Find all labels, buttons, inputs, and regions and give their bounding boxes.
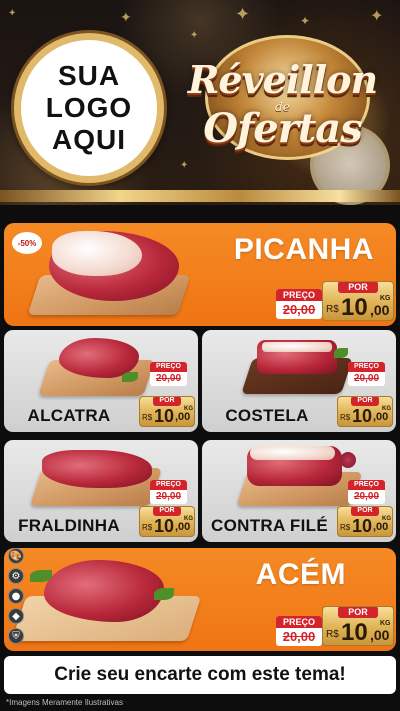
herb-icon <box>122 372 138 382</box>
old-price-label: PREÇO <box>150 480 187 490</box>
old-price-label: PREÇO <box>348 480 385 490</box>
new-price-label: POR <box>338 607 378 618</box>
herb-icon <box>154 588 174 600</box>
price-decimal: ,00 <box>175 521 191 533</box>
product-card-alcatra[interactable]: ALCATRA PREÇO 20,00 POR R$ 10 ,00 KG <box>4 330 198 432</box>
old-price-tag: PREÇO 20,00 <box>348 480 385 504</box>
star-icon: ✦ <box>370 6 384 25</box>
old-price-value: 20,00 <box>282 302 316 317</box>
price-decimal: ,00 <box>370 627 390 643</box>
star-icon: ✦ <box>120 10 132 26</box>
price-integer: 10 <box>154 406 175 426</box>
herb-icon <box>334 348 348 358</box>
product-name: ACÉM <box>255 558 346 591</box>
create-flyer-banner[interactable]: Crie seu encarte com este tema! <box>4 656 396 694</box>
tag-icon[interactable]: ◆ <box>8 608 24 624</box>
shield-icon[interactable]: ⛨ <box>8 628 24 644</box>
star-icon: ✦ <box>8 8 17 19</box>
price-integer: 10 <box>341 294 368 321</box>
logo-text-line: SUA <box>57 60 121 91</box>
old-price-value: 20,00 <box>353 373 380 384</box>
old-price-label: PREÇO <box>348 362 385 372</box>
fraldinha-meat-image <box>42 450 152 488</box>
price-unit: KG <box>382 516 391 522</box>
price-decimal: ,00 <box>175 411 191 423</box>
settings-icon[interactable]: ⚙ <box>8 568 24 584</box>
old-price-label: PREÇO <box>150 362 187 372</box>
gold-divider <box>0 190 400 202</box>
product-card-acem[interactable]: ACÉM PREÇO 20,00 POR R$ 10 ,00 KG <box>4 548 396 651</box>
old-price-label: PREÇO <box>276 289 322 301</box>
header-banner: ✦ ✦ ✦ ✦ ✦ ✦ ✦ SUA LOGO AQUI Réveillon de… <box>0 0 400 205</box>
reveillon-title-badge: Réveillon de Ofertas <box>170 35 395 205</box>
product-name: COSTELA <box>225 406 309 425</box>
price-integer: 10 <box>352 406 373 426</box>
new-price-label: POR <box>351 507 379 516</box>
new-price-label: POR <box>153 397 181 406</box>
currency-symbol: R$ <box>340 523 351 532</box>
price-decimal: ,00 <box>370 302 390 318</box>
product-name: ALCATRA <box>27 406 111 425</box>
price-decimal: ,00 <box>373 521 389 533</box>
old-price-value: 20,00 <box>353 491 380 502</box>
product-name: FRALDINHA <box>18 516 120 535</box>
price-unit: KG <box>380 295 391 302</box>
old-price-value: 20,00 <box>155 373 182 384</box>
title-reveillon: Réveillon <box>187 57 378 102</box>
currency-symbol: R$ <box>340 413 351 422</box>
product-name: CONTRA FILÉ <box>211 516 328 535</box>
palette-icon[interactable]: 🎨 <box>8 548 24 564</box>
badge-icon[interactable]: ● <box>8 588 24 604</box>
price-integer: 10 <box>154 516 175 536</box>
currency-symbol: R$ <box>326 629 339 640</box>
price-decimal: ,00 <box>373 411 389 423</box>
new-price-tag: POR R$ 10 ,00 KG <box>139 506 195 537</box>
logo-placeholder[interactable]: SUA LOGO AQUI <box>14 33 164 183</box>
new-price-label: POR <box>153 507 181 516</box>
new-price-label: POR <box>338 282 378 293</box>
star-icon: ✦ <box>235 4 251 25</box>
old-price-tag: PREÇO 20,00 <box>276 289 322 319</box>
old-price-tag: PREÇO 20,00 <box>150 362 187 386</box>
price-unit: KG <box>184 406 193 412</box>
new-price-tag: POR R$ 10 ,00 KG <box>337 506 393 537</box>
old-price-value: 20,00 <box>155 491 182 502</box>
acem-meat-image <box>44 560 164 622</box>
side-toolbar: 🎨 ⚙ ● ◆ ⛨ <box>8 548 26 644</box>
currency-symbol: R$ <box>142 413 153 422</box>
discount-badge: -50% <box>12 232 42 254</box>
old-price-tag: PREÇO 20,00 <box>348 362 385 386</box>
logo-text-line: LOGO <box>45 92 133 123</box>
old-price-label: PREÇO <box>276 616 322 628</box>
old-price-tag: PREÇO 20,00 <box>150 480 187 504</box>
new-price-tag: POR R$ 10 ,00 KG <box>322 606 394 646</box>
onion-icon <box>340 452 356 468</box>
fat-layer <box>250 446 335 460</box>
new-price-tag: POR R$ 10 ,00 KG <box>322 281 394 321</box>
product-card-costela[interactable]: COSTELA PREÇO 20,00 POR R$ 10 ,00 KG <box>202 330 396 432</box>
price-integer: 10 <box>352 516 373 536</box>
price-unit: KG <box>380 620 391 627</box>
logo-text-line: AQUI <box>52 124 126 155</box>
disclaimer-text: *Imagens Meramente Ilustrativas <box>6 698 123 707</box>
price-integer: 10 <box>341 619 368 646</box>
fat-layer <box>262 342 332 352</box>
currency-symbol: R$ <box>142 523 153 532</box>
old-price-tag: PREÇO 20,00 <box>276 616 322 646</box>
old-price-value: 20,00 <box>282 629 316 644</box>
star-icon: ✦ <box>300 14 311 28</box>
price-unit: KG <box>184 516 193 522</box>
new-price-label: POR <box>351 397 379 406</box>
herb-icon <box>30 570 52 582</box>
product-card-picanha[interactable]: -50% PICANHA PREÇO 20,00 POR R$ 10 ,00 K… <box>4 223 396 326</box>
fat-cap <box>52 231 142 276</box>
product-name: PICANHA <box>233 233 374 266</box>
product-card-fraldinha[interactable]: FRALDINHA PREÇO 20,00 POR R$ 10 ,00 KG <box>4 440 198 542</box>
title-ofertas: Ofertas <box>203 105 363 152</box>
new-price-tag: POR R$ 10 ,00 KG <box>139 396 195 427</box>
product-card-contra-file[interactable]: CONTRA FILÉ PREÇO 20,00 POR R$ 10 ,00 KG <box>202 440 396 542</box>
price-unit: KG <box>382 406 391 412</box>
new-price-tag: POR R$ 10 ,00 KG <box>337 396 393 427</box>
currency-symbol: R$ <box>326 304 339 315</box>
